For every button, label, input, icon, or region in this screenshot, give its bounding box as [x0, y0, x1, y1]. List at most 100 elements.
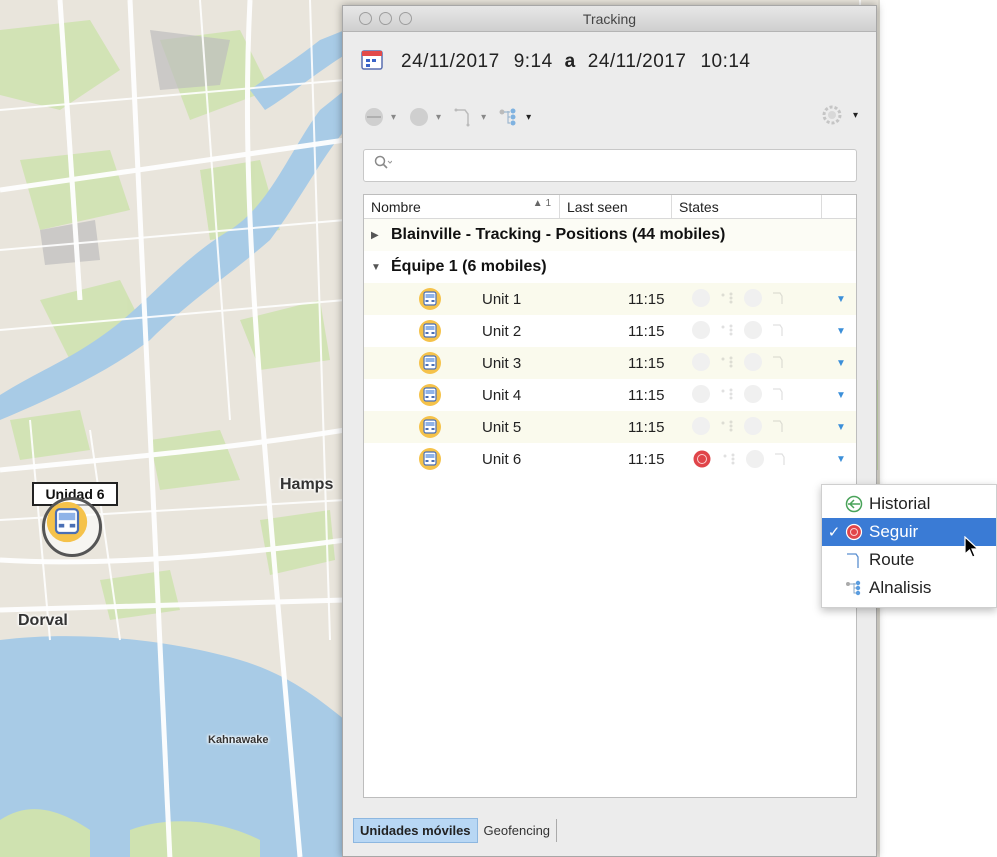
- history-button[interactable]: ▾: [363, 106, 396, 128]
- history-inactive-icon: [746, 450, 764, 468]
- map-label-dorval: Dorval: [18, 612, 68, 629]
- analysis-icon: [721, 324, 733, 336]
- window-title: Tracking: [582, 10, 637, 27]
- unit-name: Unit 2: [482, 322, 522, 340]
- history-inactive-icon: [744, 321, 762, 339]
- menu-item-historial[interactable]: Historial: [822, 490, 996, 518]
- unit-name: Unit 3: [482, 354, 522, 372]
- gear-icon: [822, 105, 842, 125]
- vehicle-icon: [418, 351, 442, 379]
- chevron-down-icon[interactable]: ▾: [853, 110, 858, 121]
- group-row-blainville[interactable]: ▶ Blainville - Tracking - Positions (44 …: [364, 219, 856, 251]
- history-icon: [843, 495, 865, 513]
- vehicle-icon: [418, 447, 442, 475]
- unit-name: Unit 4: [482, 386, 522, 404]
- chevron-down-icon[interactable]: ▾: [526, 112, 531, 123]
- column-header-empty: [822, 195, 856, 218]
- search-input[interactable]: [398, 151, 856, 180]
- follow-active-icon: [693, 450, 711, 468]
- unit-last-seen: 11:15: [628, 386, 665, 404]
- table-row[interactable]: Unit 3 11:15 ▼: [364, 347, 856, 379]
- range-to-date: 24/11/2017: [587, 51, 687, 72]
- chevron-down-icon[interactable]: ▼: [836, 326, 846, 337]
- follow-inactive-icon: [692, 353, 710, 371]
- range-from-time: 9:14: [513, 51, 553, 72]
- zoom-window-button[interactable]: [399, 12, 412, 25]
- route-icon: [773, 292, 783, 304]
- analysis-icon: [843, 579, 865, 597]
- chevron-down-icon[interactable]: ▾: [436, 112, 441, 123]
- chevron-down-icon[interactable]: ▾: [391, 112, 396, 123]
- unit-name: Unit 1: [482, 290, 522, 308]
- follow-inactive-icon: [692, 385, 710, 403]
- follow-inactive-icon: [692, 417, 710, 435]
- unit-last-seen: 11:15: [628, 450, 665, 468]
- history-inactive-icon: [744, 353, 762, 371]
- unit-states: [692, 385, 796, 403]
- range-from-date: 24/11/2017: [401, 51, 500, 72]
- follow-inactive-icon: [692, 321, 710, 339]
- route-icon: [454, 108, 470, 127]
- toolbar: ▾ ▾ ▾ ▾ ▾: [363, 104, 858, 130]
- title-bar[interactable]: Tracking: [343, 6, 876, 32]
- disclosure-collapsed-icon[interactable]: ▶: [371, 230, 381, 241]
- table-header: Nombre ▲ 1 Last seen States: [364, 195, 856, 219]
- group-row-equipe-1[interactable]: ▼ Équipe 1 (6 mobiles): [364, 251, 856, 283]
- column-header-name[interactable]: Nombre ▲ 1: [364, 195, 560, 218]
- table-row[interactable]: Unit 6 11:15 ▼: [364, 443, 856, 475]
- route-icon: [773, 324, 783, 336]
- tab-geofencing[interactable]: Geofencing: [478, 819, 558, 842]
- table-row[interactable]: Unit 5 11:15 ▼: [364, 411, 856, 443]
- search-box[interactable]: [363, 149, 857, 182]
- chevron-down-icon[interactable]: ▼: [836, 390, 846, 401]
- tab-mobile-units[interactable]: Unidades móviles: [353, 818, 478, 843]
- unit-states: [692, 449, 798, 469]
- column-header-last-seen[interactable]: Last seen: [560, 195, 672, 218]
- vehicle-icon: [418, 383, 442, 411]
- chevron-down-icon[interactable]: ▼: [836, 454, 846, 465]
- analysis-icon: [723, 453, 735, 465]
- close-window-button[interactable]: [359, 12, 372, 25]
- unit-marker[interactable]: [42, 497, 102, 557]
- search-icon[interactable]: [374, 155, 393, 176]
- settings-button[interactable]: ▾: [821, 104, 858, 126]
- table-row[interactable]: Unit 4 11:15 ▼: [364, 379, 856, 411]
- unit-states: [692, 417, 796, 435]
- follow-inactive-icon: [692, 289, 710, 307]
- chevron-down-icon[interactable]: ▼: [836, 422, 846, 433]
- vehicle-icon: [46, 501, 88, 543]
- chevron-down-icon[interactable]: ▼: [836, 358, 846, 369]
- history-inactive-icon: [744, 289, 762, 307]
- minimize-window-button[interactable]: [379, 12, 392, 25]
- analysis-icon: [721, 356, 733, 368]
- unit-states: [692, 353, 796, 371]
- vehicle-icon: [418, 287, 442, 315]
- calendar-icon[interactable]: [361, 48, 383, 76]
- vehicle-icon: [418, 319, 442, 347]
- chevron-down-icon[interactable]: ▼: [836, 294, 846, 305]
- vehicle-icon: [418, 415, 442, 443]
- analysis-icon: [499, 108, 516, 126]
- chevron-down-icon[interactable]: ▾: [481, 112, 486, 123]
- column-header-states[interactable]: States: [672, 195, 822, 218]
- bottom-tab-bar: Unidades móviles Geofencing: [353, 818, 558, 843]
- mouse-cursor-icon: [964, 536, 980, 558]
- range-separator: a: [564, 51, 576, 72]
- menu-item-analisis[interactable]: Alnalisis: [822, 574, 996, 602]
- disclosure-expanded-icon[interactable]: ▼: [371, 262, 381, 273]
- sort-ascending-icon: ▲ 1: [532, 198, 551, 209]
- history-icon: [365, 108, 383, 126]
- time-range[interactable]: 24/11/2017 9:14 a 24/11/2017 10:14: [361, 48, 750, 76]
- map-label-hampstead: Hamps: [280, 476, 334, 493]
- follow-icon: [843, 523, 865, 541]
- unit-last-seen: 11:15: [628, 290, 665, 308]
- route-button[interactable]: ▾: [453, 106, 486, 128]
- table-row[interactable]: Unit 1 11:15 ▼: [364, 283, 856, 315]
- history-inactive-icon: [744, 417, 762, 435]
- follow-button[interactable]: ▾: [408, 106, 441, 128]
- analysis-icon: [721, 292, 733, 304]
- analysis-icon: [721, 420, 733, 432]
- table-row[interactable]: Unit 2 11:15 ▼: [364, 315, 856, 347]
- unit-last-seen: 11:15: [628, 418, 665, 436]
- analysis-button[interactable]: ▾: [498, 106, 531, 128]
